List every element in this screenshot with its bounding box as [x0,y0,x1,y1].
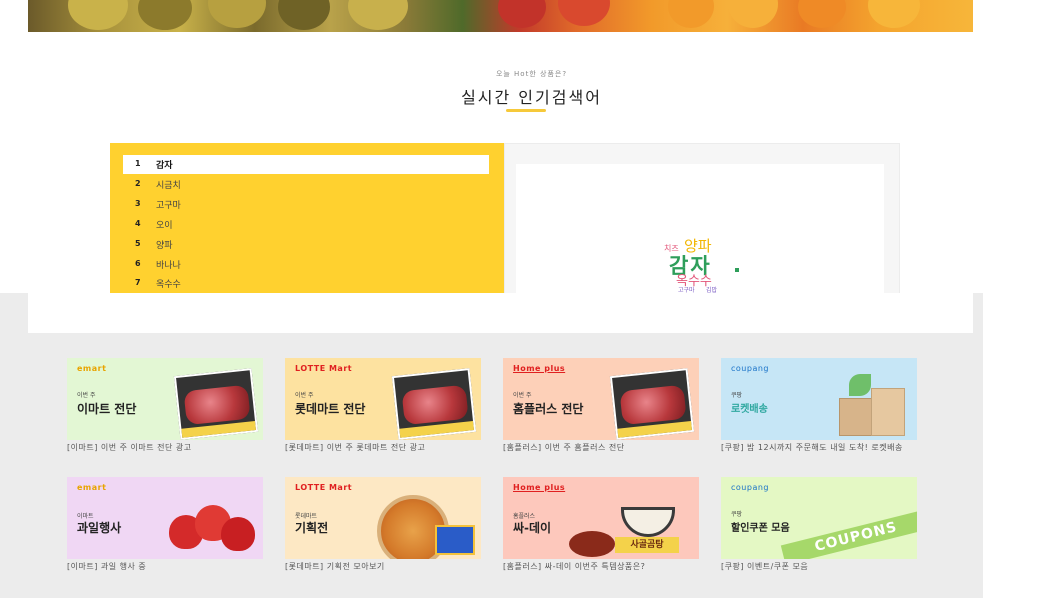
card-caption[interactable]: [롯데마트] 이번 주 롯데마트 전단 광고 [285,443,481,453]
card-homeplus-flyer[interactable]: Home plus 이번 주 홈플러스 전단 [홈플러스] 이번 주 홈플러스 … [503,358,699,453]
box-icon [839,398,873,436]
rank-number: 1 [135,159,141,168]
card-homeplus-day[interactable]: Home plus 홈플러스 싸-데이 사골곰탕 [홈플러스] 싸-데이 이번주… [503,477,699,572]
card-banner[interactable]: emart 이마트 과일행사 [67,477,263,559]
rank-item-2[interactable]: 2 시금치 [123,175,489,194]
rank-word: 양파 [156,241,173,251]
lottemart-logo: LOTTE Mart [295,364,353,373]
sticker-label: 사골곰탕 [615,537,679,553]
rank-number: 5 [135,239,141,248]
card-caption[interactable]: [쿠팡] 밤 12시까지 주문해도 내일 도착! 로켓배송 [721,443,917,453]
card-emart-flyer[interactable]: emart 이번 주 이마트 전단 [이마트] 이번 주 이마트 전단 광고 [67,358,263,453]
leaf-icon [849,374,871,396]
card-lottemart-promo[interactable]: LOTTE Mart 롯데마트 기획전 [롯데마트] 기획전 모아보기 [285,477,481,572]
rank-word: 바나나 [156,261,181,271]
rank-word: 오이 [156,221,173,231]
banner-subtext: 쿠팡 [731,511,743,518]
card-banner[interactable]: coupang 쿠팡 로켓배송 [721,358,917,440]
rank-number: 3 [135,199,141,208]
rank-number: 2 [135,179,141,188]
card-caption[interactable]: [롯데마트] 기획전 모아보기 [285,562,481,572]
card-banner[interactable]: Home plus 홈플러스 싸-데이 사골곰탕 [503,477,699,559]
coupons-graphic: COUPONS [780,509,917,559]
card-banner[interactable]: Home plus 이번 주 홈플러스 전단 [503,358,699,440]
hero-produce-image [28,0,973,32]
rank-item-7[interactable]: 7 옥수수 [123,274,489,293]
title-underline [506,109,546,112]
dish-image [569,531,615,557]
rank-item-4[interactable]: 4 오이 [123,215,489,234]
coupang-logo: coupang [731,364,769,373]
card-caption[interactable]: [홈플러스] 싸-데이 이번주 특템상품은? [503,562,699,572]
banner-subtext: 이번 주 [77,392,96,399]
banner-title: 과일행사 [77,521,122,535]
card-banner[interactable]: LOTTE Mart 이번 주 롯데마트 전단 [285,358,481,440]
rank-word: 시금치 [156,181,181,191]
rank-item-5[interactable]: 5 양파 [123,235,489,254]
soup-bowl-image [621,507,675,537]
coupang-logo: coupang [731,483,769,492]
banner-title: 할인쿠폰 모음 [731,523,790,534]
rank-number: 6 [135,259,141,268]
emart-logo: emart [77,483,107,492]
rank-word: 감자 [156,161,173,171]
strawberry-image [169,505,257,555]
box-icon [871,388,905,436]
rank-item-6[interactable]: 6 바나나 [123,255,489,274]
banner-title: 홈플러스 전단 [513,402,584,416]
card-caption[interactable]: [홈플러스] 이번 주 홈플러스 전단 [503,443,699,453]
banner-subtext: 이번 주 [513,392,532,399]
rank-word: 고구마 [156,201,181,211]
card-banner[interactable]: coupang 쿠팡 할인쿠폰 모음 COUPONS [721,477,917,559]
rank-word: 옥수수 [156,280,181,290]
card-coupang-rocket[interactable]: coupang 쿠팡 로켓배송 [쿠팡] 밤 12시까지 주문해도 내일 도착!… [721,358,917,453]
rank-item-3[interactable]: 3 고구마 [123,195,489,214]
lottemart-logo: LOTTE Mart [295,483,353,492]
card-lottemart-flyer[interactable]: LOTTE Mart 이번 주 롯데마트 전단 [롯데마트] 이번 주 롯데마트… [285,358,481,453]
card-coupang-coupons[interactable]: coupang 쿠팡 할인쿠폰 모음 COUPONS [쿠팡] 이벤트/쿠폰 모… [721,477,917,572]
card-banner[interactable]: emart 이번 주 이마트 전단 [67,358,263,440]
card-caption[interactable]: [이마트] 이번 주 이마트 전단 광고 [67,443,263,453]
emart-logo: emart [77,364,107,373]
banner-title: 롯데마트 전단 [295,402,366,416]
rank-item-1[interactable]: 1 감자 [123,155,489,174]
banner-subtext: 이번 주 [295,392,314,399]
banner-subtext: 쿠팡 [731,392,743,399]
section-divider [28,293,973,333]
flyer-image [391,368,477,440]
card-caption[interactable]: [이마트] 과일 행사 중 [67,562,263,572]
banner-title: 싸-데이 [513,521,552,535]
card-banner[interactable]: LOTTE Mart 롯데마트 기획전 [285,477,481,559]
product-box-image [435,525,475,555]
flyer-image [609,368,695,440]
banner-title: 기획전 [295,521,329,535]
section-title: 실시간 인기검색어 [461,88,602,107]
section-subtitle: 오늘 Hot한 상품은? [495,70,568,78]
banner-title: 이마트 전단 [77,402,137,416]
homeplus-logo: Home plus [513,483,566,492]
homeplus-logo: Home plus [513,364,566,373]
banner-title: 로켓배송 [731,404,768,415]
card-caption[interactable]: [쿠팡] 이벤트/쿠폰 모음 [721,562,917,572]
flyer-image [173,368,259,440]
rank-number: 4 [135,219,141,228]
card-emart-fruit[interactable]: emart 이마트 과일행사 [이마트] 과일 행사 중 [67,477,263,572]
rank-number: 7 [135,278,141,287]
cloud-dot [735,268,739,272]
